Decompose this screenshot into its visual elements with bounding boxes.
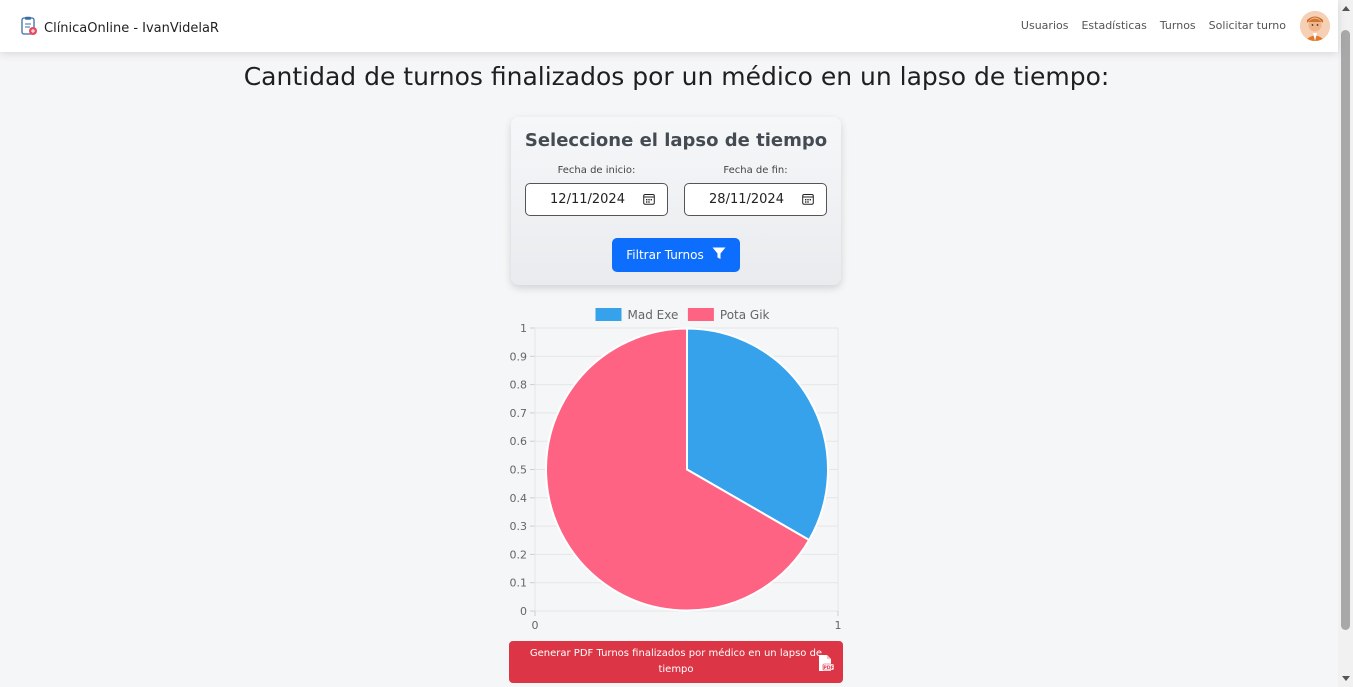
filter-turnos-button[interactable]: Filtrar Turnos bbox=[612, 238, 740, 272]
y-tick-label: 0.9 bbox=[510, 350, 528, 363]
brand-name: ClínicaOnline - IvanVidelaR bbox=[44, 20, 219, 36]
end-date-group: Fecha de fin: 28/11/2024 bbox=[684, 165, 827, 216]
user-avatar[interactable] bbox=[1300, 11, 1330, 41]
end-date-value: 28/11/2024 bbox=[709, 192, 784, 207]
filter-icon bbox=[712, 247, 726, 263]
y-tick-label: 1 bbox=[520, 322, 527, 335]
brand[interactable]: ClínicaOnline - IvanVidelaR bbox=[20, 16, 219, 40]
filter-card-title: Seleccione el lapso de tiempo bbox=[524, 130, 828, 151]
nav-item-solicitar-turno[interactable]: Solicitar turno bbox=[1209, 19, 1286, 32]
generate-pdf-button[interactable]: Generar PDF Turnos finalizados por médic… bbox=[509, 641, 843, 683]
y-tick-label: 0.5 bbox=[510, 464, 528, 477]
start-date-input[interactable]: 12/11/2024 bbox=[525, 183, 668, 216]
end-date-input[interactable]: 28/11/2024 bbox=[684, 183, 827, 216]
y-tick-label: 0.8 bbox=[510, 379, 528, 392]
legend-swatch[interactable] bbox=[595, 308, 622, 321]
scroll-up-icon[interactable] bbox=[1342, 6, 1350, 11]
scrollbar-thumb[interactable] bbox=[1341, 30, 1350, 630]
scroll-down-icon[interactable] bbox=[1342, 676, 1350, 681]
y-tick-label: 0.1 bbox=[510, 577, 528, 590]
start-date-label: Fecha de inicio: bbox=[557, 165, 636, 176]
x-tick-label: 0 bbox=[532, 619, 539, 632]
y-tick-label: 0.6 bbox=[510, 435, 528, 448]
y-tick-label: 0.4 bbox=[510, 492, 528, 505]
y-tick-label: 0.2 bbox=[510, 548, 528, 561]
legend-label[interactable]: Mad Exe bbox=[628, 308, 679, 322]
legend-label[interactable]: Pota Gik bbox=[720, 308, 770, 322]
svg-text:PDF: PDF bbox=[823, 665, 833, 671]
start-date-group: Fecha de inicio: 12/11/2024 bbox=[525, 165, 668, 216]
date-filter-card: Seleccione el lapso de tiempo Fecha de i… bbox=[511, 117, 841, 285]
page-scrollbar[interactable] bbox=[1338, 0, 1353, 687]
legend-swatch[interactable] bbox=[687, 308, 714, 321]
navbar: ClínicaOnline - IvanVidelaR Usuarios Est… bbox=[0, 0, 1338, 52]
nav-item-estadisticas[interactable]: Estadísticas bbox=[1081, 19, 1146, 32]
nav-item-usuarios[interactable]: Usuarios bbox=[1021, 19, 1069, 32]
calendar-icon[interactable] bbox=[802, 193, 814, 209]
filter-button-label: Filtrar Turnos bbox=[626, 248, 704, 262]
calendar-icon[interactable] bbox=[643, 193, 655, 209]
page-title: Cantidad de turnos finalizados por un mé… bbox=[243, 62, 1110, 91]
turnos-pie-chart: 1 0.9 0.8 0.7 0.6 0.5 0.4 0.3 0.2 0.1 00 1 Mad Exe Po… bbox=[510, 308, 842, 632]
end-date-label: Fecha de fin: bbox=[723, 165, 788, 176]
clinic-logo-icon bbox=[20, 16, 38, 40]
pdf-file-icon: PDF bbox=[817, 654, 835, 675]
y-tick-label: 0 bbox=[520, 605, 527, 618]
y-tick-label: 0.7 bbox=[510, 407, 528, 420]
start-date-value: 12/11/2024 bbox=[550, 192, 625, 207]
pdf-button-label: Generar PDF Turnos finalizados por médic… bbox=[529, 648, 823, 675]
nav-menu: Usuarios Estadísticas Turnos Solicitar t… bbox=[1021, 19, 1286, 32]
y-tick-label: 0.3 bbox=[510, 520, 528, 533]
nav-item-turnos[interactable]: Turnos bbox=[1160, 19, 1196, 32]
x-tick-label: 1 bbox=[835, 619, 842, 632]
